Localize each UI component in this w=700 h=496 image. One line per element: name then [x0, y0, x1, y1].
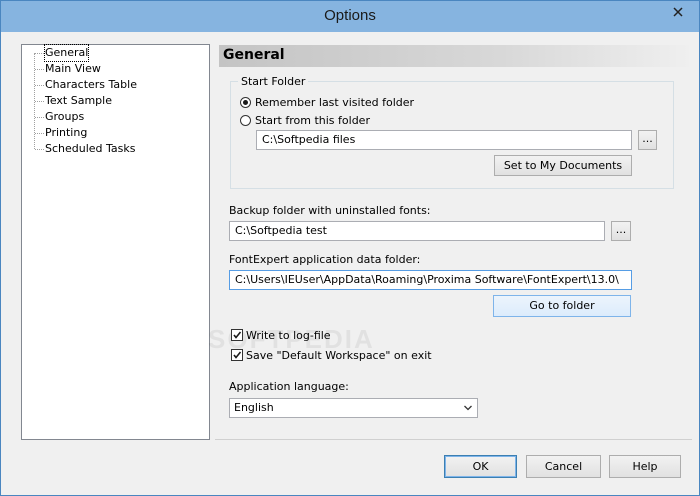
title-bar[interactable]: Options: [1, 1, 699, 32]
chevron-down-icon: [464, 405, 472, 411]
tree-connector: [35, 85, 44, 86]
tree-item-characters-table[interactable]: Characters Table: [45, 77, 137, 93]
tree-connector: [35, 149, 44, 150]
close-icon: [673, 7, 683, 17]
start-folder-group-label: Start Folder: [238, 75, 309, 88]
start-from-folder-radio[interactable]: [240, 115, 251, 126]
appdata-folder-label: FontExpert application data folder:: [229, 253, 421, 266]
backup-folder-label: Backup folder with uninstalled fonts:: [229, 204, 431, 217]
set-to-my-documents-button[interactable]: Set to My Documents: [494, 155, 632, 176]
start-from-folder-label[interactable]: Start from this folder: [255, 114, 370, 127]
go-to-folder-button[interactable]: Go to folder: [493, 295, 631, 317]
appdata-folder-input[interactable]: C:\Users\IEUser\AppData\Roaming\Proxima …: [229, 270, 632, 290]
tree-item-main-view[interactable]: Main View: [45, 61, 101, 77]
remember-folder-label[interactable]: Remember last visited folder: [255, 96, 414, 109]
panel-header: General: [219, 45, 689, 67]
footer-separator: [215, 439, 692, 440]
tree-connector: [35, 101, 44, 102]
remember-folder-radio[interactable]: [240, 97, 251, 108]
language-select[interactable]: English: [229, 398, 478, 418]
cancel-button[interactable]: Cancel: [526, 455, 601, 478]
tree-item-printing[interactable]: Printing: [45, 125, 87, 141]
panel-title: General: [223, 47, 285, 63]
tree-item-text-sample[interactable]: Text Sample: [45, 93, 112, 109]
start-folder-browse-button[interactable]: ...: [638, 130, 657, 150]
tree-item-scheduled-tasks[interactable]: Scheduled Tasks: [45, 141, 136, 157]
options-tree[interactable]: General Main View Characters Table Text …: [21, 44, 210, 440]
start-folder-input[interactable]: C:\Softpedia files: [256, 130, 632, 150]
language-select-value: English: [234, 401, 274, 414]
backup-folder-input[interactable]: C:\Softpedia test: [229, 221, 605, 241]
help-button[interactable]: Help: [609, 455, 681, 478]
tree-connector: [35, 117, 44, 118]
tree-item-groups[interactable]: Groups: [45, 109, 84, 125]
window-title: Options: [324, 7, 376, 24]
save-workspace-checkbox[interactable]: [231, 349, 243, 361]
ok-button[interactable]: OK: [444, 455, 517, 478]
checkmark-icon: [233, 351, 242, 359]
dialog-client: General Main View Characters Table Text …: [8, 32, 692, 490]
close-button[interactable]: [663, 2, 693, 22]
checkmark-icon: [233, 331, 242, 339]
write-log-label[interactable]: Write to log-file: [246, 329, 331, 342]
tree-connector: [35, 53, 44, 54]
tree-item-general[interactable]: General: [43, 44, 90, 62]
save-workspace-label[interactable]: Save "Default Workspace" on exit: [246, 349, 432, 362]
tree-connector: [35, 69, 44, 70]
options-window: Options General Main View Characters Tab…: [0, 0, 700, 496]
language-label: Application language:: [229, 380, 349, 393]
backup-folder-browse-button[interactable]: ...: [611, 221, 631, 241]
write-log-checkbox[interactable]: [231, 329, 243, 341]
tree-connector: [35, 133, 44, 134]
